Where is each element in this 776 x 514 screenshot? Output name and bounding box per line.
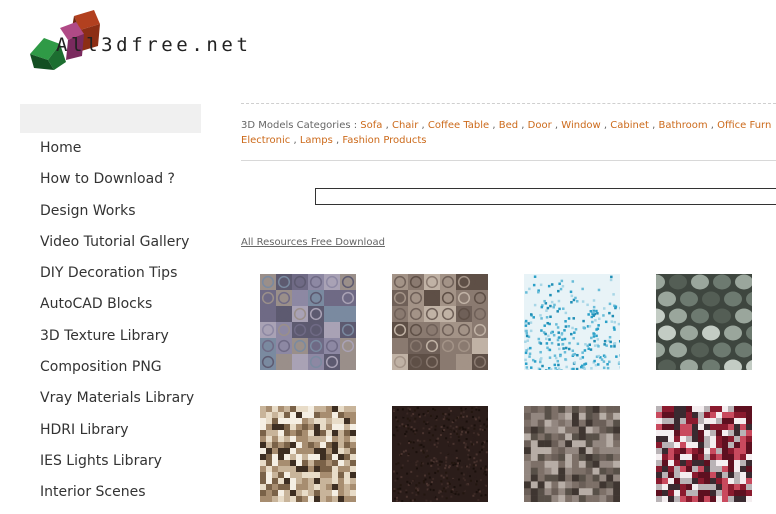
sidebar-item-hdri-library[interactable]: HDRI Library xyxy=(40,420,220,451)
top-divider xyxy=(241,103,776,104)
logo-text: All3dfree.net xyxy=(56,34,252,56)
category-link-fashion-products[interactable]: Fashion Products xyxy=(342,135,426,146)
rose-carved-stone-texture[interactable] xyxy=(392,274,488,370)
category-link-sofa[interactable]: Sofa xyxy=(360,120,382,131)
sidebar-item-interior-scenes[interactable]: Interior Scenes xyxy=(40,482,220,513)
grey-brown-mosaic-texture-image xyxy=(524,406,620,502)
rose-carved-stone-texture-image xyxy=(392,274,488,370)
sidebar-item-video-tutorial-gallery[interactable]: Video Tutorial Gallery xyxy=(40,232,220,263)
category-separator: , xyxy=(707,120,714,131)
dark-brown-noise-texture-image xyxy=(392,406,488,502)
model-categories: 3D Models Categories : Sofa , Chair , Co… xyxy=(241,118,776,148)
category-link-cabinet[interactable]: Cabinet xyxy=(610,120,649,131)
category-separator: , xyxy=(382,120,389,131)
red-grey-pixel-mosaic-texture[interactable] xyxy=(656,406,752,502)
category-link-lamps[interactable]: Lamps xyxy=(300,135,333,146)
category-separator: , xyxy=(489,120,496,131)
category-separator: , xyxy=(418,120,425,131)
category-separator: , xyxy=(600,120,608,131)
category-separator: , xyxy=(332,135,340,146)
mosaic-swirl-tiles-texture[interactable] xyxy=(260,274,356,370)
category-link-chair[interactable]: Chair xyxy=(392,120,418,131)
sidebar-item-vray-materials-library[interactable]: Vray Materials Library xyxy=(40,388,220,419)
category-link-window[interactable]: Window xyxy=(561,120,600,131)
category-link-door[interactable]: Door xyxy=(528,120,552,131)
category-separator: , xyxy=(551,120,559,131)
mosaic-swirl-tiles-texture-image xyxy=(260,274,356,370)
arabesque-tile-texture-image xyxy=(656,274,752,370)
categories-label: 3D Models Categories : xyxy=(241,120,358,131)
sidebar-nav: Home How to Download ? Design Works Vide… xyxy=(40,138,220,514)
category-link-office-furn[interactable]: Office Furn xyxy=(717,120,771,131)
all-resources-link[interactable]: All Resources Free Download xyxy=(241,237,385,248)
site-logo[interactable]: All3dfree.net xyxy=(26,8,276,74)
search-input[interactable] xyxy=(315,188,776,205)
categories-line-2: Electronic , Lamps , Fashion Products xyxy=(241,133,776,148)
category-link-electronic[interactable]: Electronic xyxy=(241,135,290,146)
sidebar-item-autocad-blocks[interactable]: AutoCAD Blocks xyxy=(40,294,220,325)
blue-dotted-gradient-texture[interactable] xyxy=(524,274,620,370)
red-grey-pixel-mosaic-texture-image xyxy=(656,406,752,502)
sidebar-item-diy-decoration-tips[interactable]: DIY Decoration Tips xyxy=(40,263,220,294)
category-separator: , xyxy=(518,120,525,131)
dark-brown-noise-texture[interactable] xyxy=(392,406,488,502)
category-separator: , xyxy=(648,120,656,131)
sidebar-header xyxy=(20,104,201,133)
sidebar-item-3d-texture-library[interactable]: 3D Texture Library xyxy=(40,326,220,357)
sidebar-item-ies-lights-library[interactable]: IES Lights Library xyxy=(40,451,220,482)
arabesque-tile-texture[interactable] xyxy=(656,274,752,370)
blue-dotted-gradient-texture-image xyxy=(524,274,620,370)
category-separator: , xyxy=(290,135,297,146)
categories-divider xyxy=(241,160,776,161)
category-link-coffee-table[interactable]: Coffee Table xyxy=(428,120,489,131)
sidebar-item-home[interactable]: Home xyxy=(40,138,220,169)
category-link-bathroom[interactable]: Bathroom xyxy=(658,120,707,131)
beige-brown-pixel-mosaic-texture[interactable] xyxy=(260,406,356,502)
category-link-bed[interactable]: Bed xyxy=(499,120,518,131)
categories-line-1: 3D Models Categories : Sofa , Chair , Co… xyxy=(241,118,776,133)
sidebar-item-composition-png[interactable]: Composition PNG xyxy=(40,357,220,388)
beige-brown-pixel-mosaic-texture-image xyxy=(260,406,356,502)
sidebar-item-how-to-download[interactable]: How to Download ? xyxy=(40,169,220,200)
grey-brown-mosaic-texture[interactable] xyxy=(524,406,620,502)
sidebar-item-design-works[interactable]: Design Works xyxy=(40,201,220,232)
